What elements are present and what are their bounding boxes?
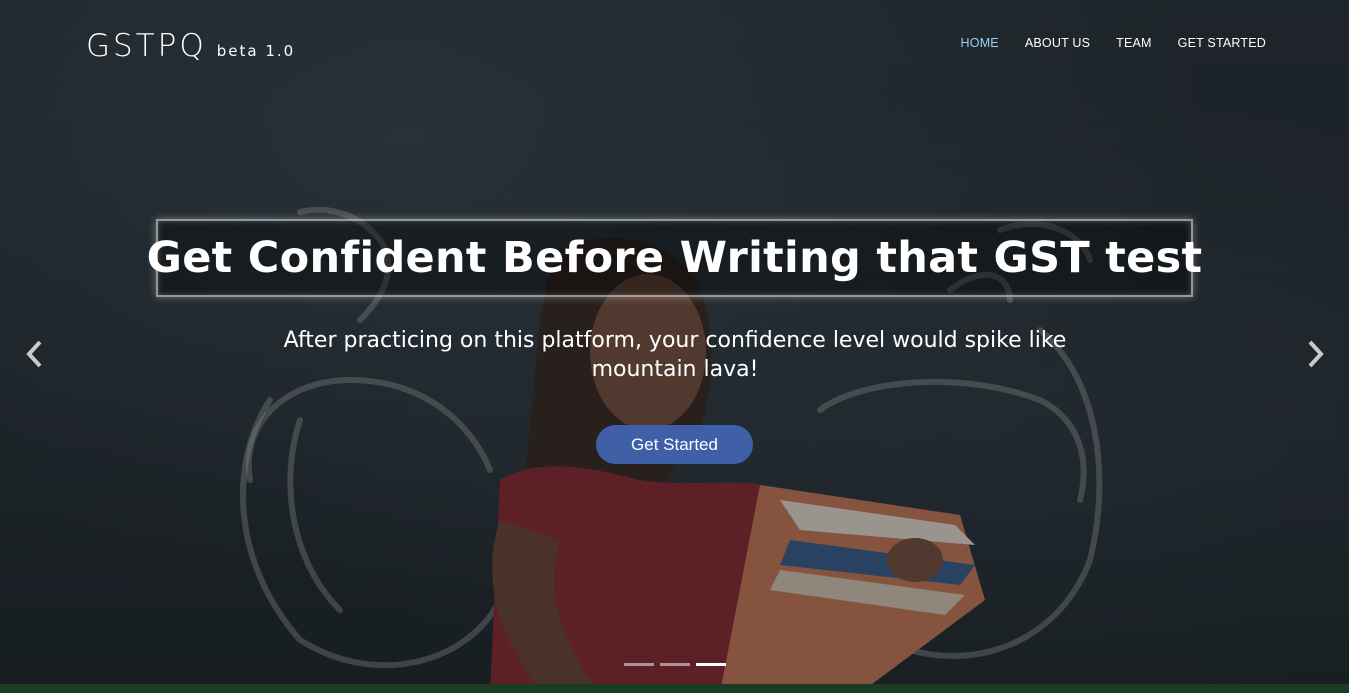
brand-version: beta 1.0	[216, 42, 296, 60]
get-started-button[interactable]: Get Started	[596, 425, 753, 464]
hero-subtitle: After practicing on this platform, your …	[250, 326, 1100, 384]
headline-box: Get Confident Before Writing that GST te…	[147, 219, 1202, 297]
carousel-prev-button[interactable]	[20, 336, 50, 372]
hero-subtitle-line-2: mountain lava!	[591, 357, 759, 382]
hero-subtitle-line-1: After practicing on this platform, your …	[283, 328, 1067, 353]
carousel-indicator-2[interactable]	[660, 663, 690, 666]
floor-strip	[0, 684, 1349, 693]
brand-name: GSTPQ	[86, 28, 207, 64]
nav-item-home[interactable]: HOME	[961, 36, 999, 50]
brand-logo[interactable]: GSTPQ beta 1.0	[86, 28, 295, 64]
nav-item-team[interactable]: TEAM	[1116, 36, 1152, 50]
nav-item-about-us[interactable]: ABOUT US	[1025, 36, 1090, 50]
carousel-indicator-1[interactable]	[624, 663, 654, 666]
chevron-left-icon	[26, 340, 42, 368]
hero-headline: Get Confident Before Writing that GST te…	[146, 233, 1203, 283]
carousel-next-button[interactable]	[1300, 336, 1330, 372]
main-nav: HOME ABOUT US TEAM GET STARTED	[961, 36, 1266, 50]
carousel-indicators	[624, 663, 726, 666]
nav-item-get-started[interactable]: GET STARTED	[1178, 36, 1266, 50]
carousel-indicator-3[interactable]	[696, 663, 726, 666]
chevron-right-icon	[1308, 340, 1324, 368]
